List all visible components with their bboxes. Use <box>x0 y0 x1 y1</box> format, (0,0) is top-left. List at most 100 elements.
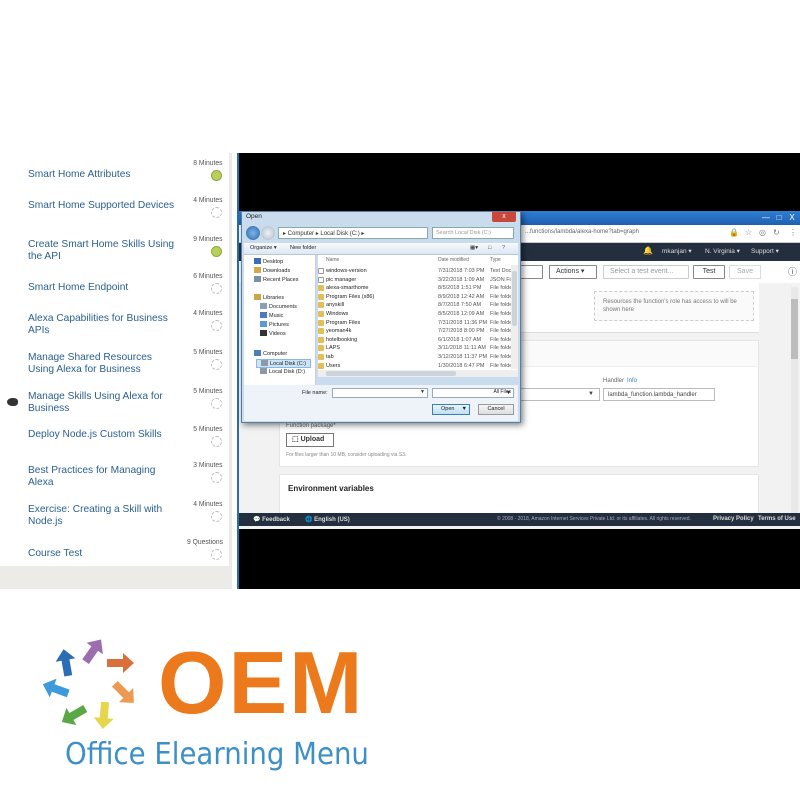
tree-item[interactable]: Local Disk (C:) <box>256 359 312 368</box>
page-scrollbar[interactable] <box>791 287 798 515</box>
back-button[interactable] <box>246 226 260 240</box>
not-started-status-icon <box>211 511 222 522</box>
tree-item[interactable]: Recent Places <box>254 276 298 283</box>
chevron-down-icon[interactable]: ▼ <box>462 405 467 414</box>
tree-item[interactable]: Desktop <box>254 258 283 265</box>
tree-item-label: Pictures <box>269 322 289 328</box>
test-button[interactable]: Test <box>693 265 725 279</box>
preview-pane-icon[interactable]: □ <box>488 245 491 251</box>
dialog-close-button[interactable]: x <box>492 212 516 222</box>
test-event-select[interactable]: Select a test event... <box>603 265 689 279</box>
extension-icon[interactable]: ◎ <box>759 228 766 237</box>
lesson-title[interactable]: Deploy Node.js Custom Skills <box>28 429 178 441</box>
url-text[interactable]: ...functions/lambda/alexa-home?tab=graph <box>525 229 639 235</box>
scrollbar-thumb[interactable] <box>512 271 517 326</box>
current-lesson-marker-icon <box>7 398 18 406</box>
folder-icon <box>318 319 324 326</box>
lesson-title[interactable]: Smart Home Attributes <box>28 169 178 181</box>
folder-breadcrumb[interactable]: ▸ Computer ▸ Local Disk (C:) ▸ <box>278 227 428 239</box>
lesson-title[interactable]: Manage Skills Using Alexa for Business <box>28 391 178 415</box>
bookmark-star-icon[interactable]: ☆ <box>745 228 752 237</box>
language-selector[interactable]: 🌐 English (US) <box>305 516 350 523</box>
lesson-title[interactable]: Smart Home Supported Devices <box>28 200 178 212</box>
chevron-down-icon[interactable]: ▼ <box>420 389 425 395</box>
terms-of-use-link[interactable]: Terms of Use <box>758 516 796 522</box>
maximize-button[interactable]: □ <box>774 213 784 223</box>
file-date: 3/12/2018 11:37 PM <box>438 354 488 360</box>
cancel-button[interactable]: Cancel <box>478 404 514 415</box>
file-date: 6/1/2018 1:07 AM <box>438 336 482 343</box>
tree-item-label: Local Disk (D:) <box>269 369 306 375</box>
file-name-input[interactable]: ▼ <box>332 388 428 398</box>
lesson-title[interactable]: Course Test <box>28 548 178 560</box>
lesson-item[interactable]: Course Test 9 Questions <box>0 537 229 580</box>
lesson-duration: 5 Minutes <box>193 386 223 395</box>
tree-item[interactable]: Pictures <box>260 321 289 328</box>
video-player[interactable]: — □ X ...functions/lambda/alexa-home?tab… <box>237 153 800 589</box>
menu-icon[interactable]: ⋮ <box>789 228 797 237</box>
logo-arrow-icon <box>93 701 114 729</box>
close-window-button[interactable]: X <box>787 213 797 223</box>
open-button[interactable]: Open ▼ <box>432 404 470 415</box>
libraries-icon <box>254 294 261 300</box>
file-list-horizontal-scrollbar[interactable] <box>318 370 518 377</box>
file-date: 3/22/2018 1:09 AM <box>438 276 485 283</box>
notifications-bell-icon[interactable]: 🔔 <box>643 246 653 255</box>
tree-item[interactable]: Libraries <box>254 294 284 301</box>
navigation-tree: Desktop Downloads Recent Places Libraries Do… <box>244 255 316 385</box>
tree-item-label: Computer <box>263 351 288 357</box>
file-name: Program Files (x86) <box>326 293 375 300</box>
save-button[interactable]: Save <box>729 265 761 279</box>
view-options-icon[interactable]: ▦▾ <box>470 245 478 251</box>
documents-icon <box>260 303 267 309</box>
tree-item[interactable]: Documents <box>260 303 297 310</box>
file-list-vertical-scrollbar[interactable] <box>511 265 518 369</box>
lesson-item[interactable]: Alexa Capabilities for Business APIs 4 Mi… <box>0 308 229 351</box>
lesson-duration: 4 Minutes <box>193 499 223 508</box>
lesson-title[interactable]: Alexa Capabilities for Business APIs <box>28 313 178 337</box>
tree-item[interactable]: Local Disk (D:) <box>260 368 305 375</box>
tree-item[interactable]: Computer <box>254 350 287 357</box>
tree-item[interactable]: Downloads <box>254 267 290 274</box>
lesson-item[interactable]: Manage Shared Resources Using Alexa for … <box>0 347 229 390</box>
scrollbar-thumb[interactable] <box>326 371 456 376</box>
lesson-title[interactable]: Smart Home Endpoint <box>28 282 178 294</box>
handler-input[interactable]: lambda_function.lambda_handler <box>603 388 715 401</box>
scrollbar-thumb[interactable] <box>791 299 798 359</box>
lesson-item[interactable]: Best Practices for Managing Alexa 3 Minut… <box>0 460 229 503</box>
forward-button[interactable] <box>261 226 275 240</box>
feedback-link[interactable]: 💬 Feedback <box>253 516 290 523</box>
support-menu[interactable]: Support ▾ <box>751 247 779 255</box>
drive-icon <box>260 368 267 374</box>
file-type-select[interactable]: All Files ▼ <box>432 388 514 398</box>
tree-item[interactable]: Videos <box>260 330 286 337</box>
folder-icon <box>318 354 324 360</box>
region-menu[interactable]: N. Virginia ▾ <box>705 247 740 255</box>
recent-places-icon <box>254 276 261 282</box>
not-started-status-icon <box>211 359 222 370</box>
actions-dropdown[interactable]: Actions ▾ <box>549 265 597 279</box>
lesson-item[interactable]: Smart Home Supported Devices 4 Minutes <box>0 195 229 238</box>
lesson-title[interactable]: Best Practices for Managing Alexa <box>28 465 178 489</box>
info-icon[interactable]: ⓘ <box>788 265 797 278</box>
refresh-icon[interactable]: ↻ <box>773 228 780 237</box>
not-started-status-icon <box>211 320 222 331</box>
tree-item[interactable]: Music <box>260 312 283 319</box>
help-icon[interactable]: ? <box>502 245 505 251</box>
column-date-modified[interactable]: Date modified <box>438 257 469 263</box>
privacy-policy-link[interactable]: Privacy Policy <box>713 516 754 522</box>
new-folder-button[interactable]: New folder <box>290 245 316 251</box>
folder-icon <box>318 302 324 309</box>
minimize-button[interactable]: — <box>761 213 771 223</box>
handler-label: Handler Info <box>603 378 638 384</box>
upload-button[interactable]: ⬚ Upload <box>286 433 334 447</box>
dialog-search-input[interactable]: Search Local Disk (C:) <box>432 227 514 239</box>
column-type[interactable]: Type <box>490 257 501 263</box>
lesson-title[interactable]: Exercise: Creating a Skill with Node.js <box>28 504 178 528</box>
lesson-title[interactable]: Create Smart Home Skills Using the API <box>28 239 178 263</box>
handler-info-link[interactable]: Info <box>627 378 637 384</box>
organize-menu[interactable]: Organize ▾ <box>250 245 277 251</box>
lesson-title[interactable]: Manage Shared Resources Using Alexa for … <box>28 352 178 376</box>
account-menu[interactable]: mkanjan ▾ <box>662 247 692 255</box>
column-name[interactable]: Name <box>326 257 339 263</box>
